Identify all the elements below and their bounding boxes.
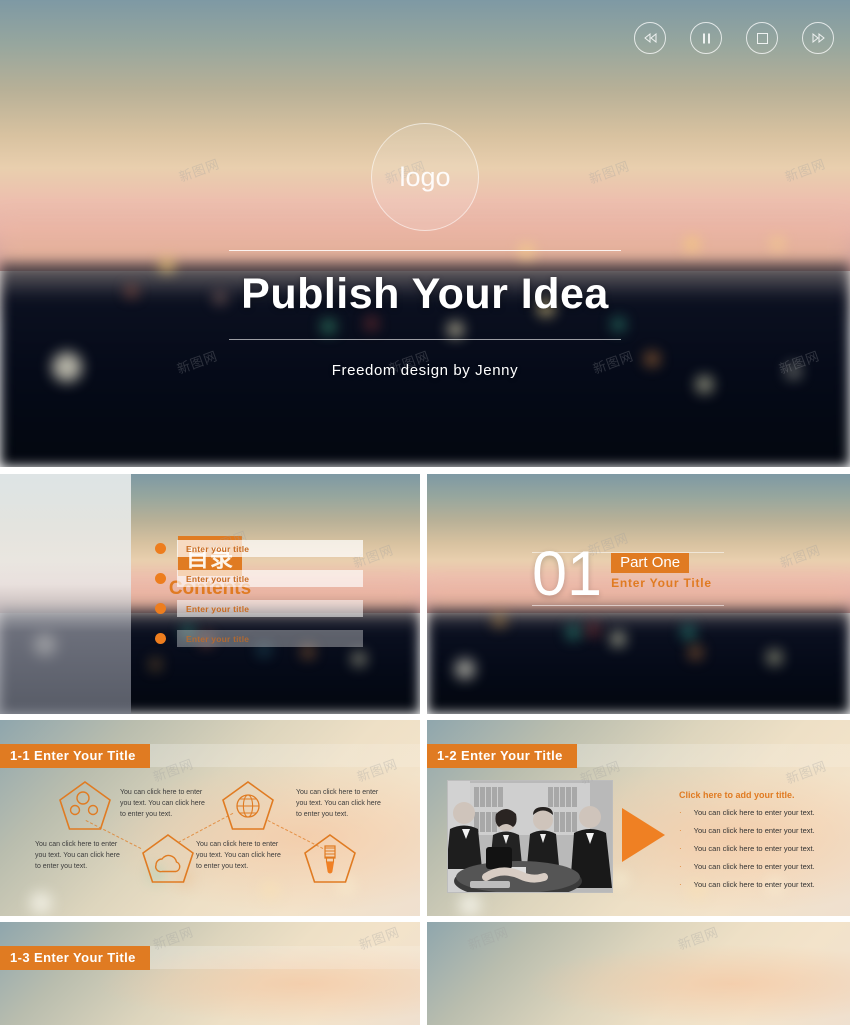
cloud-icon xyxy=(142,834,194,883)
cover-heading: Publish Your Idea xyxy=(241,270,609,318)
bullet-text: You can click here to enter your text. xyxy=(693,862,815,871)
s13-background xyxy=(0,922,420,1025)
meeting-photo[interactable] xyxy=(447,780,613,893)
logo-text: logo xyxy=(399,161,451,192)
bullet-icon xyxy=(155,573,166,584)
part-number: 01 xyxy=(532,539,603,609)
media-controls[interactable] xyxy=(634,22,834,54)
list-item: · You can click here to enter your text. xyxy=(679,844,815,853)
slide-part-one[interactable]: 01 Part One Enter Your Title 新图网 新图网 xyxy=(427,474,850,714)
bullet-text: You can click here to enter your text. xyxy=(693,880,815,889)
node-text: You can click here to enter you text. Yo… xyxy=(35,841,120,870)
bullet-icon: · xyxy=(679,826,682,835)
slide-deck: logo Publish Your Idea Freedom design by… xyxy=(0,0,850,1025)
list-item: · You can click here to enter your text. xyxy=(679,880,815,889)
cover-background xyxy=(0,0,850,467)
slide-1-2[interactable]: 1-2 Enter Your Title Click here to add y… xyxy=(427,720,850,916)
network-icon xyxy=(59,781,111,830)
s12-title: 1-2 Enter Your Title xyxy=(427,744,577,768)
part-one-block: 01 Part One Enter Your Title xyxy=(532,543,792,606)
title-rule-top xyxy=(229,250,621,251)
blank-background xyxy=(427,922,850,1025)
part-tag: Part One xyxy=(611,553,690,573)
contents-item-label: Enter your title xyxy=(186,573,250,584)
s11-title: 1-1 Enter Your Title xyxy=(0,744,150,768)
node-network[interactable] xyxy=(58,780,112,832)
slide-1-1[interactable]: 1-1 Enter Your Title You can click here … xyxy=(0,720,420,916)
s12-right-title: Click here to add your title. xyxy=(679,790,795,800)
bullet-text: You can click here to enter your text. xyxy=(693,844,815,853)
bullet-icon xyxy=(155,603,166,614)
contents-item-bar[interactable]: Enter your title xyxy=(177,540,363,557)
pause-icon[interactable] xyxy=(690,22,722,54)
part-subtitle: Enter Your Title xyxy=(611,576,712,590)
contents-item-bar[interactable]: Enter your title xyxy=(177,600,363,617)
s13-title: 1-3 Enter Your Title xyxy=(0,946,150,970)
bullet-icon: · xyxy=(679,808,682,817)
slide-title-cover[interactable]: logo Publish Your Idea Freedom design by… xyxy=(0,0,850,467)
node-globe[interactable] xyxy=(221,780,275,832)
contents-item-bar[interactable]: Enter your title xyxy=(177,630,363,647)
cover-subtitle: Freedom design by Jenny xyxy=(331,362,519,379)
list-item[interactable]: Enter your title xyxy=(155,570,363,587)
node-bulb[interactable] xyxy=(303,833,357,885)
arrow-right-icon xyxy=(622,808,665,862)
business-meeting-image xyxy=(448,781,612,892)
node-text: You can click here to enter you text. Yo… xyxy=(120,789,205,818)
s12-bullet-list: · You can click here to enter your text.… xyxy=(679,808,815,898)
node-text: You can click here to enter you text. Yo… xyxy=(296,789,381,818)
cover-title-block: Publish Your Idea Freedom design by Jenn… xyxy=(0,250,850,379)
rewind-icon[interactable] xyxy=(634,22,666,54)
contents-item-list[interactable]: Enter your title Enter your title Enter … xyxy=(155,540,363,660)
contents-item-label: Enter your title xyxy=(186,633,250,644)
bullet-icon: · xyxy=(679,880,682,889)
list-item: · You can click here to enter your text. xyxy=(679,862,815,871)
logo-placeholder[interactable]: logo xyxy=(371,123,479,231)
fast-forward-icon[interactable] xyxy=(802,22,834,54)
list-item: · You can click here to enter your text. xyxy=(679,808,815,817)
list-item[interactable]: Enter your title xyxy=(155,540,363,557)
bulb-icon xyxy=(304,834,356,883)
node-text: You can click here to enter you text. Yo… xyxy=(196,841,281,870)
bullet-icon: · xyxy=(679,844,682,853)
bullet-icon xyxy=(155,633,166,644)
bullet-icon: · xyxy=(679,862,682,871)
contents-item-label: Enter your title xyxy=(186,543,250,554)
bullet-text: You can click here to enter your text. xyxy=(693,826,815,835)
slide-1-3[interactable]: 1-3 Enter Your Title 新图网 新图网 xyxy=(0,922,420,1025)
list-item[interactable]: Enter your title xyxy=(155,600,363,617)
list-item: · You can click here to enter your text. xyxy=(679,826,815,835)
contents-item-bar[interactable]: Enter your title xyxy=(177,570,363,587)
list-item[interactable]: Enter your title xyxy=(155,630,363,647)
contents-item-label: Enter your title xyxy=(186,603,250,614)
slide-blank[interactable]: 新图网 新图网 xyxy=(427,922,850,1025)
title-rule-bottom xyxy=(229,339,621,340)
stop-icon[interactable] xyxy=(746,22,778,54)
bullet-text: You can click here to enter your text. xyxy=(693,808,815,817)
globe-icon xyxy=(222,781,274,830)
node-cloud[interactable] xyxy=(141,833,195,885)
bullet-icon xyxy=(155,543,166,554)
